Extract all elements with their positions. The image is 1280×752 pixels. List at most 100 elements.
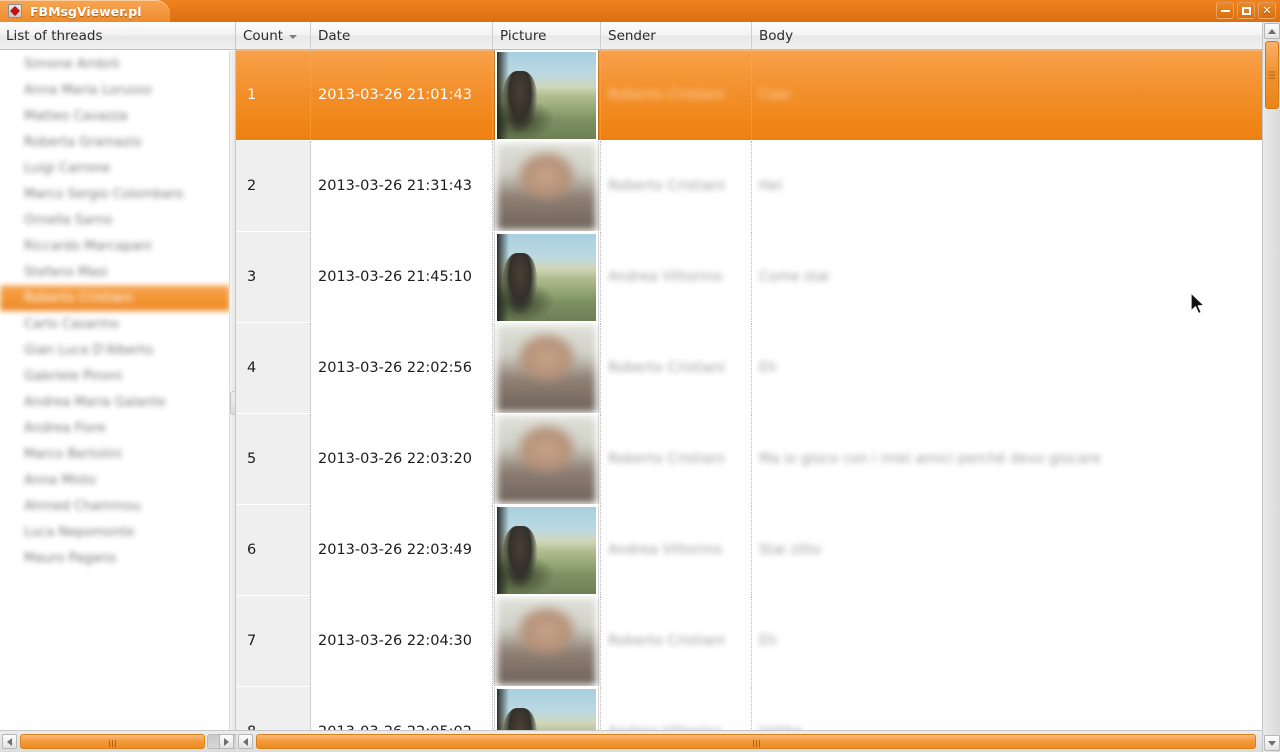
message-thumbnail-image[interactable] xyxy=(497,506,596,594)
thumbnail-frame[interactable] xyxy=(495,232,598,322)
cell-sender: Roberto Cristiani xyxy=(601,414,752,504)
table-horizontal-scrollbar[interactable] xyxy=(236,730,1262,752)
cell-picture[interactable] xyxy=(493,232,601,322)
minimize-button[interactable] xyxy=(1216,2,1234,19)
cell-sender: Roberto Cristiani xyxy=(601,141,752,231)
message-thumbnail-image[interactable] xyxy=(497,51,596,139)
table-row[interactable]: 82013-03-26 22:05:02 Andrea VittorinoVabb… xyxy=(236,687,1262,730)
maximize-button[interactable] xyxy=(1237,2,1255,19)
cell-count-text: 1 xyxy=(247,87,257,103)
sidebar-vertical-scrollbar[interactable] xyxy=(229,51,235,730)
title-bar: FBMsgViewer.pl ✕ xyxy=(0,0,1280,22)
message-thumbnail-image[interactable] xyxy=(497,324,596,412)
thread-list-item[interactable]: Luigi Carrone xyxy=(0,155,230,181)
thread-list-item[interactable]: Gabriele Pinoni xyxy=(0,363,230,389)
column-header-picture[interactable]: Picture xyxy=(493,22,601,49)
thread-list-item[interactable]: Roberto Cristiani xyxy=(0,285,230,311)
table-row[interactable]: 6 2013-03-26 22:03:49 Andrea Vittorino Stai… xyxy=(236,505,1262,596)
chevron-up-icon xyxy=(1268,28,1276,34)
thread-list-item[interactable]: Luca Nepomonte xyxy=(0,519,230,545)
message-thumbnail-image[interactable] xyxy=(497,233,596,321)
thread-list-item[interactable]: Carlo Casarino xyxy=(0,311,230,337)
cell-sender: Roberto Cristiani xyxy=(601,50,752,140)
column-header-date[interactable]: Date xyxy=(311,22,493,49)
cell-body: Stai zitto xyxy=(752,505,1262,595)
table-row[interactable]: 3 2013-03-26 21:45:10 Andrea Vittorino Come… xyxy=(236,232,1262,323)
thread-list[interactable]: Simone Ambrò Anna Maria Lorusso Matteo Cav… xyxy=(0,51,230,571)
cell-picture[interactable] xyxy=(493,50,601,140)
cell-sender-text: Roberto Cristiani xyxy=(608,178,725,194)
thumbnail-frame[interactable] xyxy=(495,505,598,595)
thumbnail-frame[interactable] xyxy=(495,596,598,686)
column-header-count[interactable]: Count xyxy=(236,22,311,49)
cell-picture[interactable] xyxy=(493,505,601,595)
thread-list-item[interactable]: Simone Ambrò xyxy=(0,51,230,77)
thread-list-item[interactable]: Ahmed Chammou xyxy=(0,493,230,519)
sort-chevron-down-icon[interactable] xyxy=(289,34,298,39)
hscroll-right-button[interactable] xyxy=(219,734,234,749)
cell-sender: Roberto Cristiani xyxy=(601,323,752,413)
thread-list-item[interactable]: Mauro Pagano xyxy=(0,545,230,571)
table-header-row: Count Date Picture Sender Body xyxy=(236,22,1262,50)
table-row[interactable]: 5 2013-03-26 22:03:20 Roberto Cristiani Ma … xyxy=(236,414,1262,505)
table-body[interactable]: 1 2013-03-26 21:01:43 Roberto Cristiani Cia… xyxy=(236,50,1262,730)
grip-icon xyxy=(1268,70,1276,81)
thread-list-item[interactable]: Marco Sergio Colombaro xyxy=(0,181,230,207)
message-thumbnail-image[interactable] xyxy=(497,597,596,685)
cell-sender-text: Roberto Cristiani xyxy=(608,633,725,649)
table-row[interactable]: 2 2013-03-26 21:31:43 Roberto Cristiani Hei xyxy=(236,141,1262,232)
thread-list-item[interactable]: Anna Misto xyxy=(0,467,230,493)
thread-list-item[interactable]: Roberta Gramazio xyxy=(0,129,230,155)
cell-date-text: 2013-03-26 21:31:43 xyxy=(318,178,472,194)
thread-list-item[interactable]: Gian Luca D'Alberto xyxy=(0,337,230,363)
sidebar-hscroll-thumb[interactable] xyxy=(20,734,205,749)
thread-list-item[interactable]: Riccardo Marcapani xyxy=(0,233,230,259)
cell-count-text: 3 xyxy=(247,269,257,285)
close-button[interactable]: ✕ xyxy=(1258,2,1276,19)
thread-list-item[interactable]: Andrea Maria Galante xyxy=(0,389,230,415)
cell-picture[interactable] xyxy=(493,141,601,231)
sidebar-horizontal-scrollbar[interactable] xyxy=(0,730,315,752)
message-thumbnail-image[interactable] xyxy=(497,688,596,730)
cell-picture[interactable] xyxy=(493,323,601,413)
cell-date-text: 2013-03-26 22:03:20 xyxy=(318,451,472,467)
cell-picture[interactable] xyxy=(493,687,601,730)
hscroll-left-button[interactable] xyxy=(2,734,17,749)
thread-list-item[interactable]: Matteo Cavazza xyxy=(0,103,230,129)
thumbnail-frame[interactable] xyxy=(495,414,598,504)
message-thumbnail-image[interactable] xyxy=(497,415,596,503)
thread-list-item[interactable]: Stefano Masi xyxy=(0,259,230,285)
cell-body-text: Hei xyxy=(759,178,783,194)
cell-picture[interactable] xyxy=(493,414,601,504)
thread-list-item[interactable]: Andrea Fiore xyxy=(0,415,230,441)
thumbnail-frame[interactable] xyxy=(495,687,598,730)
scroll-up-button[interactable] xyxy=(1264,23,1280,39)
column-header-label: Body xyxy=(759,27,794,44)
cell-date: 2013-03-26 22:05:02 xyxy=(311,687,493,730)
column-header-sender[interactable]: Sender xyxy=(601,22,752,49)
cell-count-text: 2 xyxy=(247,178,257,194)
cell-count-text: 6 xyxy=(247,542,257,558)
window-title-tab[interactable]: FBMsgViewer.pl xyxy=(0,0,170,22)
table-row[interactable]: 1 2013-03-26 21:01:43 Roberto Cristiani Cia… xyxy=(236,50,1262,141)
vertical-scrollbar[interactable] xyxy=(1262,22,1280,752)
table-hscroll-left-button[interactable] xyxy=(238,734,253,749)
cell-picture[interactable] xyxy=(493,596,601,686)
scroll-down-button[interactable] xyxy=(1264,735,1280,751)
thumbnail-frame[interactable] xyxy=(495,141,598,231)
thread-list-item[interactable]: Ornella Sarno xyxy=(0,207,230,233)
cell-count: 2 xyxy=(236,141,311,231)
table-row[interactable]: 4 2013-03-26 22:02:56 Roberto Cristiani Eh xyxy=(236,323,1262,414)
message-thumbnail-image[interactable] xyxy=(497,142,596,230)
column-header-body[interactable]: Body xyxy=(752,22,1262,49)
vertical-scroll-thumb[interactable] xyxy=(1265,41,1279,109)
thumbnail-frame[interactable] xyxy=(495,50,598,140)
cell-count: 1 xyxy=(236,50,311,140)
table-hscroll-thumb[interactable] xyxy=(256,734,1256,749)
cell-body: Vabbe xyxy=(752,687,1262,730)
thread-list-item[interactable]: Marco Bertolini xyxy=(0,441,230,467)
window-title: FBMsgViewer.pl xyxy=(30,3,142,19)
thread-list-item[interactable]: Anna Maria Lorusso xyxy=(0,77,230,103)
thumbnail-frame[interactable] xyxy=(495,323,598,413)
table-row[interactable]: 7 2013-03-26 22:04:30 Roberto Cristiani Eh xyxy=(236,596,1262,687)
